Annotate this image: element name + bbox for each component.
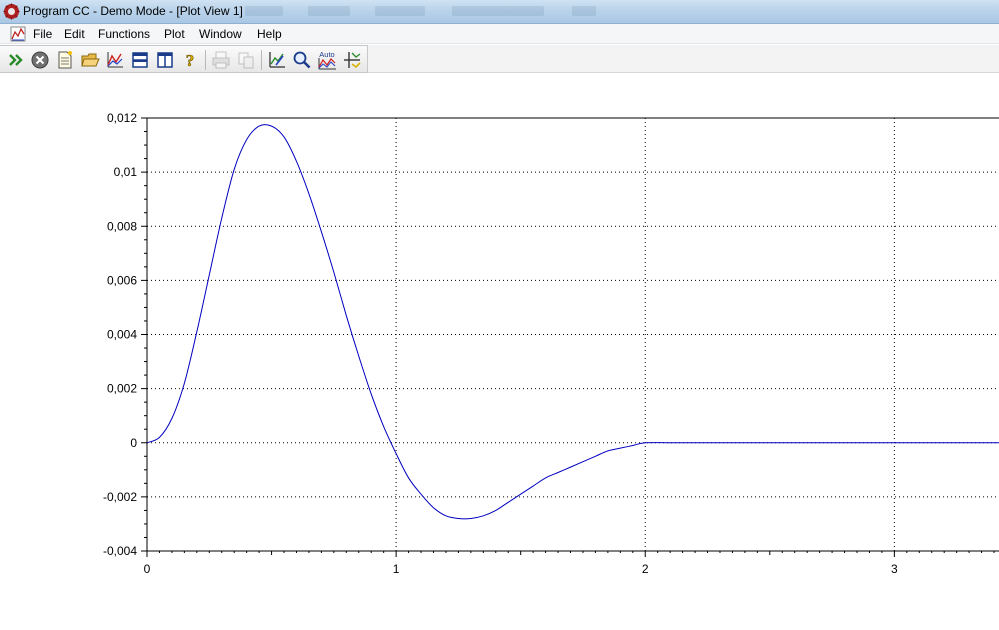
y-tick-label: 0,004 [107,328,137,342]
crosshair-tracker-icon[interactable] [342,50,362,70]
menu-functions[interactable]: Functions [98,27,150,41]
window-title: Program CC - Demo Mode - [Plot View 1] [23,4,243,18]
y-tick-label: 0,002 [107,382,137,396]
open-folder-icon[interactable] [80,50,100,70]
app-icon [3,3,20,20]
x-tick-label: 3 [891,562,898,576]
background-window-title [375,6,425,16]
y-tick-label: 0,008 [107,219,137,233]
toolbar-empty-area [368,45,999,73]
tick-labels: 0 1 2 3 0,012 0,01 0,008 0,006 0,004 0,002 0 -0,002… [103,111,898,576]
menu-file[interactable]: File [33,27,52,41]
auto-scale-label: Auto [319,50,334,59]
zoom-icon[interactable] [292,50,312,70]
y-tick-label: 0,01 [114,165,138,179]
toolbar: ? Auto [0,45,368,73]
background-window-title [572,6,596,16]
background-window-title [245,6,283,16]
grid-lines [147,118,999,551]
y-tick-label: 0,006 [107,273,137,287]
plot-view[interactable]: 0 1 2 3 0,012 0,01 0,008 0,006 0,004 0,002 0 -0,002… [0,73,999,630]
y-tick-label: -0,002 [103,490,137,504]
auto-scale-icon[interactable]: Auto [317,50,337,70]
menu-help[interactable]: Help [257,27,282,41]
stop-icon[interactable] [30,50,50,70]
document-menu-icon[interactable] [10,26,26,42]
y-tick-label: 0 [130,436,137,450]
run-icon[interactable] [6,50,26,70]
menu-plot[interactable]: Plot [164,27,185,41]
x-tick-label: 0 [144,562,151,576]
title-bar: Program CC - Demo Mode - [Plot View 1] [0,0,999,24]
tile-vertical-icon[interactable] [155,50,175,70]
plot-icon[interactable] [105,50,125,70]
plot-canvas[interactable]: 0 1 2 3 0,012 0,01 0,008 0,006 0,004 0,002 0 -0,002… [0,73,999,630]
axis-settings-icon[interactable] [267,50,287,70]
axis-ticks [141,117,995,557]
y-tick-label: 0,012 [107,111,137,125]
background-window-title [452,6,544,16]
toolbar-separator [205,50,206,70]
menu-window[interactable]: Window [199,27,242,41]
y-tick-label: -0,004 [103,544,137,558]
new-document-icon[interactable] [55,50,75,70]
toolbar-separator [261,50,262,70]
print-icon[interactable] [211,50,231,70]
menu-edit[interactable]: Edit [64,27,85,41]
background-window-title [308,6,350,16]
x-tick-label: 2 [642,562,649,576]
series-line [146,124,999,520]
menu-bar: File Edit Functions Plot Window Help [0,24,999,44]
copy-icon[interactable] [236,50,256,70]
x-tick-label: 1 [393,562,400,576]
svg-text:?: ? [186,51,195,70]
help-icon[interactable]: ? [180,50,200,70]
tile-horizontal-icon[interactable] [130,50,150,70]
